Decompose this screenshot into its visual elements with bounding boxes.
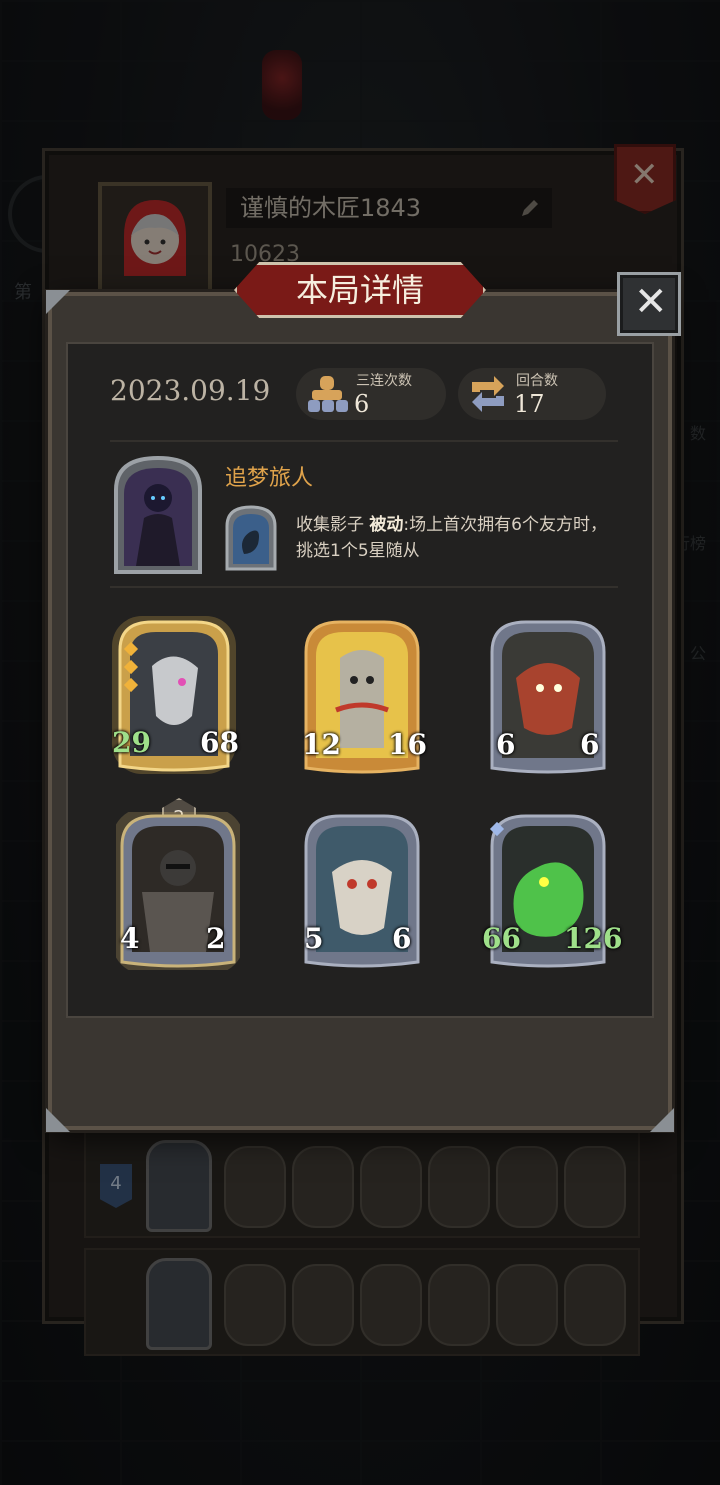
section-divider [110,586,618,588]
rounds-value: 17 [514,390,545,418]
game-screen: 第 数 行榜 公 谨慎的木匠1843 10623 ✕ 4 本局详情 ✕ 2023… [0,0,720,1485]
attack-value: 29 [112,726,151,759]
triple-merge-icon [308,376,348,412]
minion-card-1[interactable]: 29 68 [112,616,239,774]
match-date: 2023.09.19 [110,374,271,407]
health-value: 2 [206,922,226,955]
dialog-title: 本局详情 [295,271,424,309]
hero-name: 追梦旅人 [225,466,314,491]
corner-ornament [46,1108,70,1132]
skill-type: 被动 [369,515,404,535]
triples-label: 三连次数 [356,373,412,389]
minion-card-5[interactable]: 5 6 [300,812,424,970]
rounds-label: 回合数 [516,373,558,389]
attack-value: 12 [302,728,341,761]
close-icon: ✕ [634,279,668,325]
skill-description: 收集影子 被动:场上首次拥有6个友方时，挑选1个5星随从 [296,512,616,564]
health-value: 16 [388,728,427,761]
health-value: 6 [580,728,600,761]
attack-value: 4 [120,922,140,955]
attack-value: 6 [496,728,516,761]
hero-portrait[interactable] [112,454,204,576]
skill-shadow-icon[interactable] [224,504,278,572]
dialog-close-button[interactable]: ✕ [617,272,681,336]
minion-card-6[interactable]: 66 126 [482,812,622,970]
corner-ornament [46,290,70,314]
minion-card-4[interactable]: 4 2 [116,812,240,970]
rounds-cycle-icon [472,376,504,412]
skill-name: 收集影子 [296,515,364,535]
attack-value: 66 [482,922,521,955]
health-value: 6 [392,922,412,955]
attack-value: 5 [304,922,324,955]
minion-card-2[interactable]: 12 16 [300,618,427,776]
minion-card-3[interactable]: 6 6 [486,618,610,776]
health-value: 68 [200,726,239,759]
health-value: 126 [564,922,623,955]
triples-value: 6 [354,390,370,418]
corner-ornament [650,1108,674,1132]
section-divider [110,440,618,442]
